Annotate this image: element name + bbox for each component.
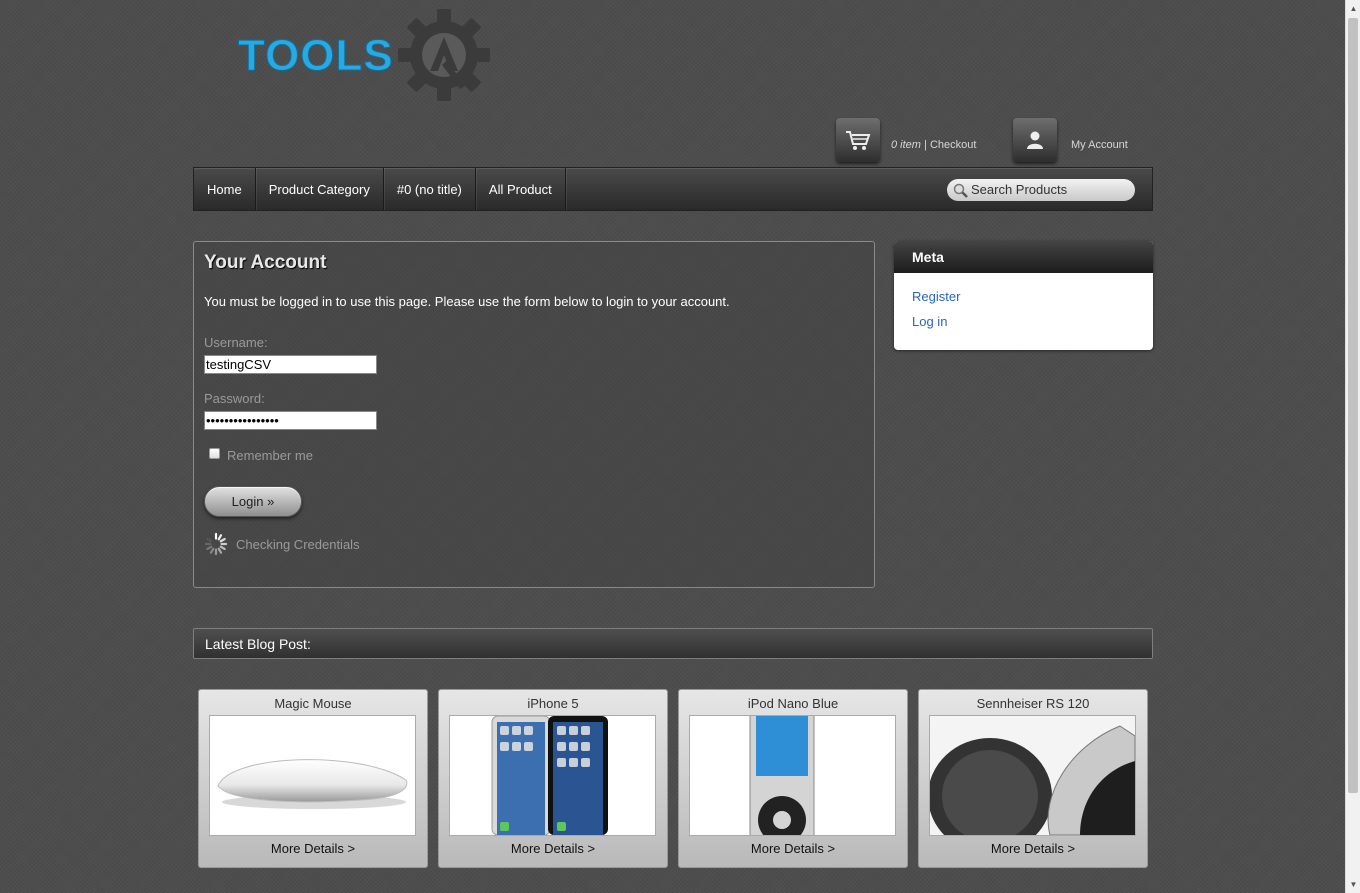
shopping-cart-icon xyxy=(846,131,871,150)
cart-separator: | xyxy=(924,139,927,151)
page-scrollbar[interactable]: ▲ ▼ xyxy=(1345,0,1360,893)
cart-button[interactable] xyxy=(836,118,880,162)
nav-product-category[interactable]: Product Category xyxy=(256,168,384,210)
page-title: Your Account xyxy=(204,252,327,273)
more-details-link[interactable]: More Details > xyxy=(199,841,427,856)
password-label: Password: xyxy=(204,391,265,406)
mouse-image-icon xyxy=(217,759,408,809)
phone-image-icon xyxy=(491,716,608,835)
scroll-down-arrow[interactable]: ▼ xyxy=(1346,877,1360,892)
login-link[interactable]: Log in xyxy=(912,314,947,329)
product-title[interactable]: iPhone 5 xyxy=(439,696,667,711)
product-card: Sennheiser RS 120 More Details > xyxy=(918,689,1148,868)
password-field[interactable] xyxy=(204,411,377,430)
account-panel: Your Account You must be logged in to us… xyxy=(193,241,875,588)
username-field[interactable] xyxy=(204,355,377,374)
tools-qa-logo-icon: TOOLS xyxy=(238,9,490,101)
cart-count: 0 item xyxy=(891,139,921,151)
product-card: Magic Mouse More Details > xyxy=(198,689,428,868)
register-link[interactable]: Register xyxy=(912,289,960,304)
username-label: Username: xyxy=(204,335,268,350)
meta-widget: Meta Register Log in xyxy=(894,241,1153,350)
headphones-image-icon xyxy=(930,716,1135,835)
cart-summary: 0 item | Checkout xyxy=(891,139,976,151)
remember-me-checkbox[interactable] xyxy=(209,448,220,459)
product-image-ipod-nano[interactable] xyxy=(689,715,896,836)
logo-text: TOOLS xyxy=(238,31,394,80)
product-title[interactable]: iPod Nano Blue xyxy=(679,696,907,711)
login-intro-text: You must be logged in to use this page. … xyxy=(204,294,730,309)
product-title[interactable]: Magic Mouse xyxy=(199,696,427,711)
user-icon xyxy=(1027,131,1043,149)
nav-all-product[interactable]: All Product xyxy=(476,168,566,210)
product-image-magic-mouse[interactable] xyxy=(209,715,416,836)
search-input[interactable] xyxy=(971,179,1121,199)
more-details-link[interactable]: More Details > xyxy=(919,841,1147,856)
checking-credentials-text: Checking Credentials xyxy=(236,537,360,552)
product-image-iphone-5[interactable] xyxy=(449,715,656,836)
meta-title: Meta xyxy=(894,241,1153,273)
main-nav: Home Product Category #0 (no title) All … xyxy=(193,167,1153,211)
product-image-sennheiser[interactable] xyxy=(929,715,1136,836)
nav-no-title[interactable]: #0 (no title) xyxy=(384,168,476,210)
scroll-up-arrow[interactable]: ▲ xyxy=(1346,1,1360,16)
ipod-image-icon xyxy=(749,716,815,835)
login-button[interactable]: Login » xyxy=(204,486,302,517)
checkout-link[interactable]: Checkout xyxy=(930,139,976,151)
latest-blog-header: Latest Blog Post: xyxy=(193,628,1153,659)
more-details-link[interactable]: More Details > xyxy=(679,841,907,856)
site-logo[interactable]: TOOLS xyxy=(238,8,494,104)
search-box xyxy=(947,179,1135,201)
product-card: iPhone 5 More Details > xyxy=(438,689,668,868)
account-button[interactable] xyxy=(1013,118,1057,162)
product-card: iPod Nano Blue More Details > xyxy=(678,689,908,868)
search-icon xyxy=(953,183,968,198)
loading-spinner-icon xyxy=(204,532,228,556)
scroll-thumb[interactable] xyxy=(1348,18,1358,793)
nav-home[interactable]: Home xyxy=(194,168,256,210)
my-account-link[interactable]: My Account xyxy=(1071,139,1128,151)
more-details-link[interactable]: More Details > xyxy=(439,841,667,856)
remember-me-label: Remember me xyxy=(227,448,313,463)
product-title[interactable]: Sennheiser RS 120 xyxy=(919,696,1147,711)
